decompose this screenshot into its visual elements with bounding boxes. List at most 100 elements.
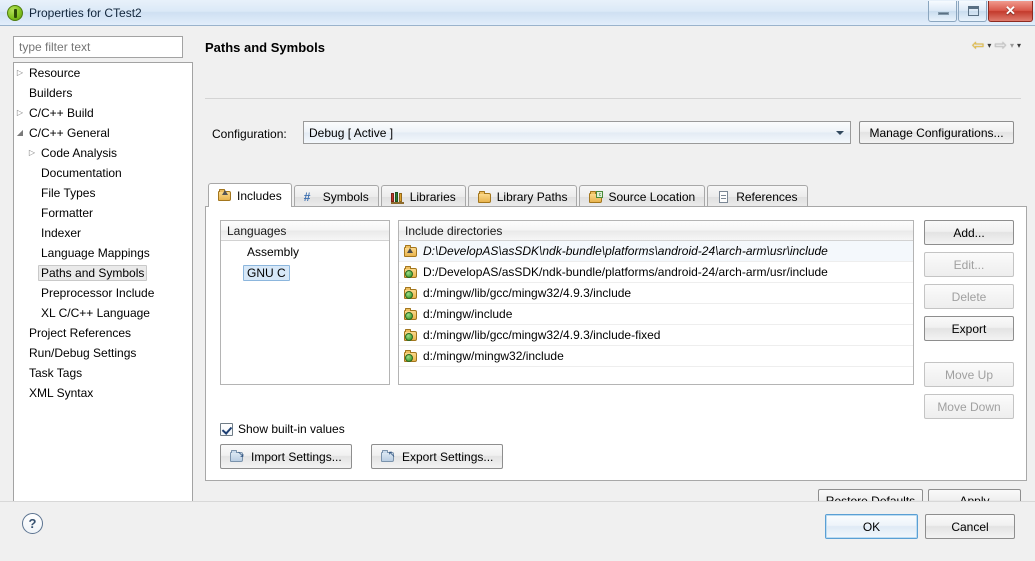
include-directory-row[interactable]: d:/mingw/lib/gcc/mingw32/4.9.3/include-f… bbox=[399, 325, 913, 346]
back-arrow-icon[interactable]: ⇦ bbox=[972, 38, 985, 53]
tab-label: Source Location bbox=[608, 190, 696, 204]
sidebar-item-task-tags[interactable]: Task Tags bbox=[14, 363, 192, 383]
tree-expand-icon[interactable]: ▷ bbox=[14, 69, 26, 77]
maximize-button[interactable] bbox=[958, 1, 987, 22]
sidebar-item-code-analysis[interactable]: ▷ Code Analysis bbox=[14, 143, 192, 163]
include-directory-path: d:/mingw/lib/gcc/mingw32/4.9.3/include-f… bbox=[423, 328, 661, 342]
folder-arrow-icon bbox=[404, 244, 419, 258]
hash-icon: # bbox=[303, 189, 311, 204]
sidebar-item-language-mappings[interactable]: Language Mappings bbox=[14, 243, 192, 263]
tab-label: Libraries bbox=[409, 190, 456, 204]
show-builtin-values-checkbox[interactable] bbox=[220, 422, 233, 436]
folder-globe-icon bbox=[404, 265, 419, 279]
export-button[interactable]: Export bbox=[924, 316, 1014, 341]
tab-references[interactable]: References bbox=[707, 185, 808, 208]
include-directory-row[interactable]: d:/mingw/lib/gcc/mingw32/4.9.3/include bbox=[399, 283, 913, 304]
cancel-button[interactable]: Cancel bbox=[925, 514, 1015, 539]
sidebar-item-label: Indexer bbox=[41, 226, 82, 240]
maximize-icon bbox=[968, 6, 979, 16]
delete-button: Delete bbox=[924, 284, 1014, 309]
includes-folder-icon bbox=[218, 189, 232, 202]
sidebar-item-label: Run/Debug Settings bbox=[29, 346, 137, 360]
folder-globe-icon bbox=[404, 286, 419, 300]
tree-expand-icon[interactable]: ◢ bbox=[14, 129, 26, 137]
folder-globe-icon bbox=[404, 328, 419, 342]
books-icon bbox=[390, 191, 405, 204]
menu-chevron-icon[interactable]: ▾ bbox=[1017, 41, 1021, 50]
include-directory-path: d:/mingw/mingw32/include bbox=[423, 349, 564, 363]
title-bar-left: Properties for CTest2 bbox=[0, 0, 142, 26]
add-button[interactable]: Add... bbox=[924, 220, 1014, 245]
title-bar: Properties for CTest2 ✕ bbox=[0, 0, 1035, 26]
folder-globe-icon bbox=[404, 307, 419, 321]
sidebar-item-preprocessor-include[interactable]: Preprocessor Include bbox=[14, 283, 192, 303]
export-settings-label: Export Settings... bbox=[402, 449, 494, 464]
export-icon: ↖ bbox=[381, 450, 396, 463]
import-settings-button[interactable]: ↘ Import Settings... bbox=[220, 444, 352, 469]
sidebar-item-c-c-general[interactable]: ◢ C/C++ General bbox=[14, 123, 192, 143]
sidebar-item-label: Task Tags bbox=[29, 366, 83, 380]
move-up-button: Move Up bbox=[924, 362, 1014, 387]
manage-configurations-button[interactable]: Manage Configurations... bbox=[859, 121, 1014, 144]
sidebar-item-run-debug-settings[interactable]: Run/Debug Settings bbox=[14, 343, 192, 363]
include-directory-row[interactable]: d:/mingw/mingw32/include bbox=[399, 346, 913, 367]
sidebar-item-builders[interactable]: Builders bbox=[14, 83, 192, 103]
properties-dialog: Properties for CTest2 ✕ ▷Resource Builder… bbox=[0, 0, 1035, 561]
dialog-footer: ? OK Cancel bbox=[0, 501, 1035, 561]
tab-library-paths[interactable]: Library Paths bbox=[467, 185, 578, 208]
tab-symbols[interactable]: # Symbols bbox=[293, 185, 379, 208]
sidebar-item-documentation[interactable]: Documentation bbox=[14, 163, 192, 183]
ok-button[interactable]: OK bbox=[825, 514, 918, 539]
configuration-dropdown[interactable]: Debug [ Active ] bbox=[303, 121, 851, 144]
include-directory-row[interactable]: D:/DevelopAS/asSDK/ndk-bundle/platforms/… bbox=[399, 262, 913, 283]
sidebar-item-paths-and-symbols[interactable]: Paths and Symbols bbox=[14, 263, 192, 283]
languages-list[interactable]: Languages Assembly GNU C bbox=[220, 220, 390, 385]
language-item[interactable]: Assembly bbox=[221, 241, 389, 262]
include-directory-path: d:/mingw/lib/gcc/mingw32/4.9.3/include bbox=[423, 286, 632, 300]
tab-source-location[interactable]: c Source Location bbox=[579, 185, 706, 208]
tree-expand-icon[interactable]: ▷ bbox=[26, 149, 38, 157]
configuration-label: Configuration: bbox=[212, 127, 287, 141]
tab-includes[interactable]: Includes bbox=[208, 183, 292, 207]
include-directory-row[interactable]: d:/mingw/include bbox=[399, 304, 913, 325]
sidebar-item-project-references[interactable]: Project References bbox=[14, 323, 192, 343]
include-directory-row[interactable]: D:\DevelopAS\asSDK\ndk-bundle\platforms\… bbox=[399, 241, 913, 262]
sidebar-item-label: Builders bbox=[29, 86, 73, 100]
navigation-arrows: ⇦ ▾ ⇨ ▾ ▾ bbox=[972, 38, 1021, 53]
tree-expand-icon[interactable]: ▷ bbox=[14, 109, 26, 117]
tab-libraries[interactable]: Libraries bbox=[380, 185, 466, 208]
edit-button: Edit... bbox=[924, 252, 1014, 277]
move-down-button: Move Down bbox=[924, 394, 1014, 419]
dialog-body: ▷ResourceBuilders▷C/C++ Build◢C/C++ Gene… bbox=[0, 26, 1035, 519]
sidebar-item-c-c-build[interactable]: ▷ C/C++ Build bbox=[14, 103, 192, 123]
help-button[interactable]: ? bbox=[22, 513, 43, 534]
sidebar-item-xml-syntax[interactable]: XML Syntax bbox=[14, 383, 192, 403]
export-settings-button[interactable]: ↖ Export Settings... bbox=[371, 444, 504, 469]
window-controls: ✕ bbox=[927, 1, 1033, 22]
filter-input[interactable] bbox=[13, 36, 183, 58]
sidebar-item-resource[interactable]: ▷ Resource bbox=[14, 63, 192, 83]
sidebar-item-xl-c-c-language[interactable]: XL C/C++ Language bbox=[14, 303, 192, 323]
sidebar-item-label: Preprocessor Include bbox=[41, 286, 155, 300]
sidebar-item-file-types[interactable]: File Types bbox=[14, 183, 192, 203]
tab-label: Library Paths bbox=[496, 190, 568, 204]
page-title: Paths and Symbols bbox=[205, 40, 325, 55]
include-directories-list[interactable]: Include directories D:\DevelopAS\asSDK\n… bbox=[398, 220, 914, 385]
settings-tree[interactable]: ▷ Resource Builders ▷ C/C++ Build ◢ C/C++ Gene… bbox=[13, 62, 193, 502]
minimize-button[interactable] bbox=[928, 1, 957, 22]
back-dropdown-chevron-icon[interactable]: ▾ bbox=[987, 41, 991, 50]
forward-arrow-icon[interactable]: ⇨ bbox=[994, 38, 1007, 53]
sidebar-item-label: Documentation bbox=[41, 166, 122, 180]
language-item[interactable]: GNU C bbox=[221, 262, 389, 283]
show-builtin-values-row[interactable]: Show built-in values bbox=[220, 422, 345, 436]
sidebar-item-indexer[interactable]: Indexer bbox=[14, 223, 192, 243]
forward-dropdown-chevron-icon[interactable]: ▾ bbox=[1010, 41, 1014, 50]
header-divider bbox=[205, 98, 1021, 99]
tab-label: Symbols bbox=[322, 190, 369, 204]
sidebar-item-formatter[interactable]: Formatter bbox=[14, 203, 192, 223]
language-label: Assembly bbox=[247, 244, 300, 259]
close-button[interactable]: ✕ bbox=[988, 1, 1033, 22]
tab-bar[interactable]: Includes # Symbols Libraries Library Paths c S… bbox=[208, 183, 810, 208]
sidebar-item-label: C/C++ General bbox=[29, 126, 110, 140]
sidebar-item-label: Code Analysis bbox=[41, 146, 118, 160]
